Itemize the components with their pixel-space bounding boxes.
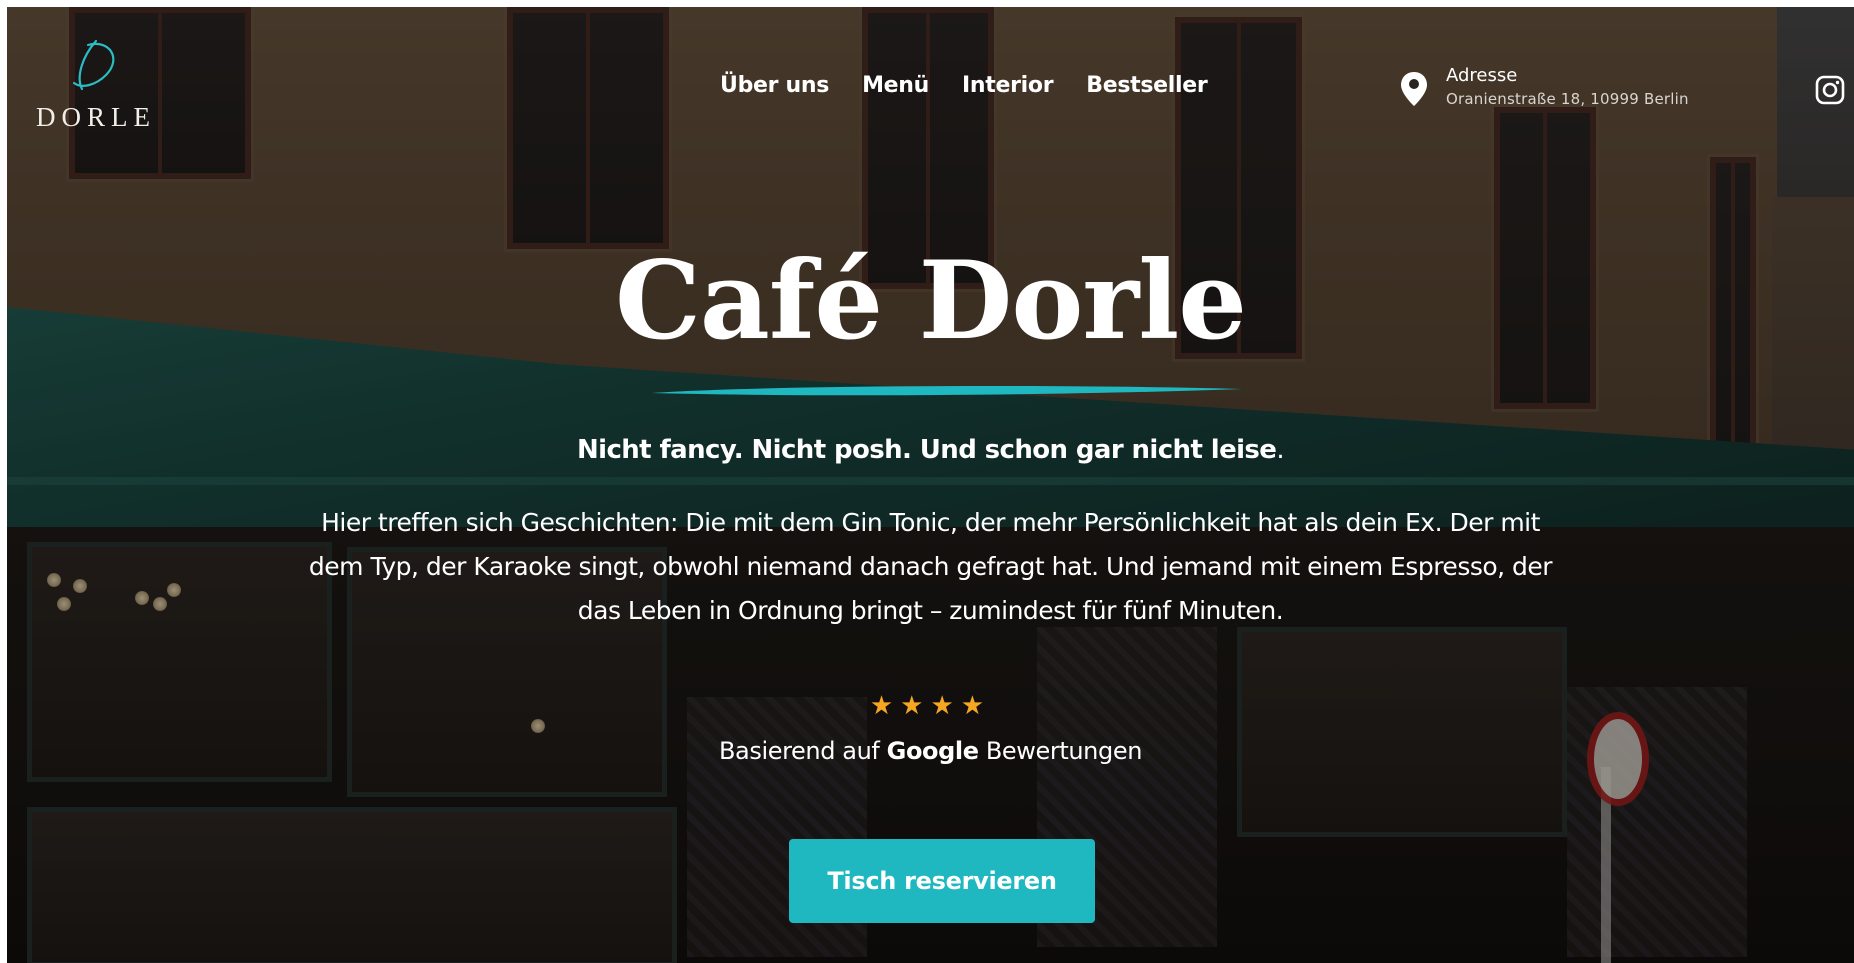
nav-item-menu[interactable]: Menü	[862, 73, 929, 98]
address-label: Adresse	[1446, 65, 1518, 86]
rating-stars: ★★★★	[869, 690, 992, 720]
nav-item-bestseller[interactable]: Bestseller	[1086, 73, 1207, 98]
script-d-icon	[72, 39, 115, 91]
instagram-icon[interactable]	[1815, 75, 1845, 105]
address-block[interactable]: Adresse Oranienstraße 18, 10999 Berlin	[1400, 65, 1689, 108]
background-photo	[7, 7, 1854, 963]
reviews-brand: Google	[886, 737, 979, 765]
logo-text: DORLE	[36, 102, 156, 132]
hero-description: Hier treffen sich Geschichten: Die mit d…	[308, 508, 1553, 625]
map-pin-icon	[1401, 72, 1427, 106]
hero-section: DORLE Über uns Menü Interior Bestseller …	[7, 7, 1854, 963]
page-title: Café Dorle	[614, 238, 1247, 364]
main-nav: Über uns Menü Interior Bestseller	[720, 73, 1240, 98]
address-text: Adresse Oranienstraße 18, 10999 Berlin	[1446, 65, 1689, 108]
reviews-note: Basierend auf Google Bewertungen	[7, 737, 1854, 765]
tagline: Nicht fancy. Nicht posh. Und schon gar n…	[7, 435, 1854, 465]
reviews-prefix: Basierend auf	[718, 737, 887, 765]
reviews-suffix: Bewertungen	[978, 737, 1143, 765]
nav-item-ueber-uns[interactable]: Über uns	[720, 73, 829, 98]
tagline-end: .	[1276, 435, 1284, 465]
nav-item-interior[interactable]: Interior	[962, 73, 1054, 98]
tagline-text: Nicht fancy. Nicht posh. Und schon gar n…	[576, 435, 1277, 465]
logo[interactable]: DORLE	[33, 33, 159, 132]
title-underline	[652, 385, 1242, 396]
reserve-table-button[interactable]: Tisch reservieren	[789, 839, 1095, 923]
address-street: Oranienstraße 18, 10999 Berlin	[1446, 90, 1689, 108]
